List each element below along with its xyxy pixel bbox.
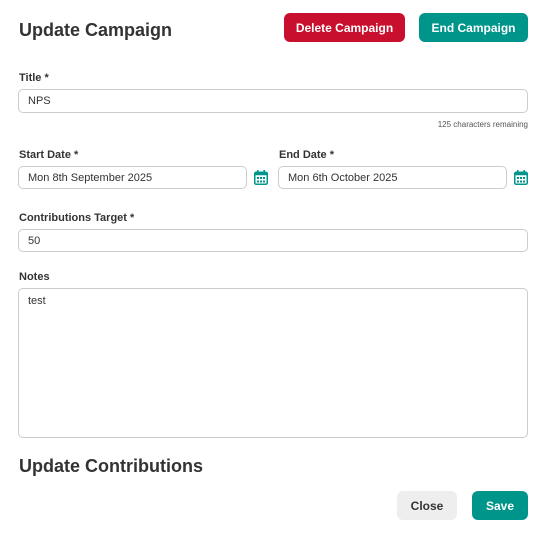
title-input[interactable]: [18, 89, 528, 113]
notes-textarea[interactable]: test: [18, 288, 528, 438]
start-date-input[interactable]: [18, 166, 247, 189]
end-campaign-button[interactable]: End Campaign: [419, 13, 528, 42]
page-title: Update Campaign: [19, 20, 173, 40]
title-label: Title *: [19, 72, 49, 84]
close-button[interactable]: Close: [397, 491, 457, 520]
start-date-label: Start Date *: [19, 149, 79, 161]
character-counter: 125 characters remaining: [437, 120, 528, 129]
calendar-icon[interactable]: [514, 170, 528, 185]
end-date-input[interactable]: [278, 166, 507, 189]
contributions-target-input[interactable]: [18, 229, 528, 252]
save-button[interactable]: Save: [472, 491, 528, 520]
end-date-label: End Date *: [279, 149, 335, 161]
notes-label: Notes: [19, 271, 50, 283]
contributions-target-label: Contributions Target *: [19, 212, 135, 224]
update-contributions-heading: Update Contributions: [19, 456, 203, 476]
calendar-icon[interactable]: [254, 170, 268, 185]
delete-campaign-button[interactable]: Delete Campaign: [284, 13, 405, 42]
